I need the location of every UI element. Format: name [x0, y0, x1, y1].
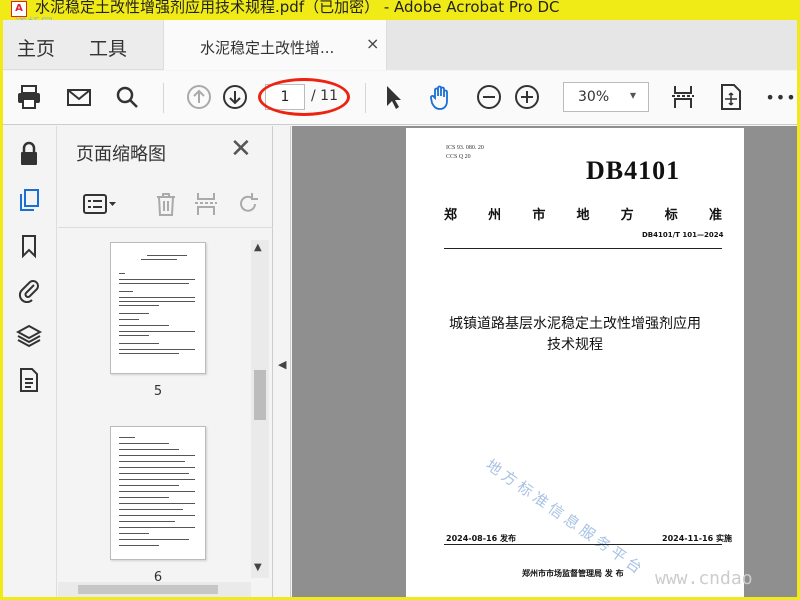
document-view: ICS 93. 080. 20 CCS Q 20 DB4101 郑 州 市 地 … — [292, 126, 797, 597]
document-tab-label: 水泥稳定土改性增... — [200, 39, 335, 57]
pdf-page: ICS 93. 080. 20 CCS Q 20 DB4101 郑 州 市 地 … — [406, 128, 744, 597]
standard-type: 郑 州 市 地 方 标 准 — [444, 208, 722, 223]
delete-icon[interactable] — [150, 188, 182, 220]
left-tool-rail — [3, 126, 57, 597]
email-icon[interactable] — [63, 81, 95, 113]
document-properties-icon[interactable] — [13, 364, 45, 396]
layers-icon[interactable] — [13, 320, 45, 352]
menu-home[interactable]: 主页 — [17, 34, 55, 61]
fit-page-icon[interactable] — [667, 81, 699, 113]
tab-bar-empty — [387, 20, 797, 70]
full-screen-icon[interactable] — [715, 81, 747, 113]
more-options-icon[interactable]: ••• — [765, 81, 797, 113]
thumbnail-page-number: 5 — [153, 384, 163, 399]
footer-rule — [444, 544, 722, 545]
zoom-out-icon[interactable] — [473, 81, 505, 113]
red-highlight-circle — [258, 78, 350, 116]
page-thumbnails-icon[interactable] — [13, 184, 45, 216]
issuer: 郑州市市场监督管理局 发 布 — [522, 569, 624, 578]
site-url-watermark: www.cndao — [655, 568, 753, 589]
panel-title: 页面缩略图 — [76, 144, 166, 165]
close-icon[interactable]: ✕ — [230, 134, 252, 164]
page-thumbnails-panel: 页面缩略图 ✕ 5 6 ▲ ▼ — [58, 126, 273, 597]
window-title: 水泥稳定土改性增强剂应用技术规程.pdf（已加密） - Adobe Acroba… — [35, 0, 560, 16]
collapse-arrow-icon: ◀ — [278, 358, 287, 371]
acrobat-window: A 水泥稳定土改性增强剂应用技术规程.pdf（已加密） - Adobe Acro… — [3, 0, 797, 597]
scrollbar-thumb[interactable] — [78, 585, 218, 594]
thumbnail-horizontal-scrollbar[interactable] — [58, 582, 251, 597]
toolbar-divider — [365, 83, 366, 113]
print-icon[interactable] — [13, 81, 45, 113]
toolbar-divider — [163, 83, 164, 113]
document-watermark: 地方标准信息服务平台 — [482, 455, 649, 580]
chevron-down-icon: ▾ — [630, 88, 637, 102]
zoom-select[interactable]: 30% ▾ — [563, 82, 649, 112]
document-title: 城镇道路基层水泥稳定土改性增强剂应用 技术规程 — [449, 316, 701, 353]
panel-collapse-handle[interactable]: ◀ — [273, 126, 291, 597]
page-thumbnail[interactable] — [110, 426, 206, 560]
rotate-icon[interactable] — [232, 188, 264, 220]
page-thumbnail[interactable] — [110, 242, 206, 374]
scrollbar-thumb[interactable] — [254, 370, 266, 420]
ics-code: ICS 93. 080. 20 CCS Q 20 — [446, 145, 484, 160]
main-toolbar: 1 / 11 30% ▾ ••• — [3, 71, 797, 125]
zoom-value: 30% — [578, 89, 610, 105]
standard-number: DB4101/T 101—2024 — [642, 231, 724, 239]
lock-icon[interactable] — [13, 138, 45, 170]
extract-page-icon[interactable] — [190, 188, 222, 220]
implement-date: 2024-11-16 实施 — [662, 534, 732, 543]
hand-tool-icon[interactable] — [425, 81, 457, 113]
db-code: DB4101 — [586, 156, 681, 185]
scroll-down-icon[interactable]: ▼ — [254, 562, 262, 573]
publish-date: 2024-08-16 发布 — [446, 534, 516, 543]
header-rule — [444, 248, 722, 249]
select-cursor-icon[interactable] — [377, 81, 409, 113]
document-tab[interactable]: 水泥稳定土改性增... × — [163, 20, 387, 70]
tab-close-icon[interactable]: × — [366, 34, 379, 53]
attachment-icon[interactable] — [13, 274, 45, 306]
thumbnail-vertical-scrollbar[interactable]: ▲ ▼ — [251, 240, 269, 578]
bookmark-icon[interactable] — [13, 230, 45, 262]
next-page-icon[interactable] — [219, 81, 251, 113]
search-icon[interactable] — [111, 81, 143, 113]
scroll-up-icon[interactable]: ▲ — [254, 242, 262, 253]
title-bar: A 水泥稳定土改性增强剂应用技术规程.pdf（已加密） - Adobe Acro… — [3, 0, 797, 30]
tab-bar: 主页 工具 水泥稳定土改性增... × — [3, 20, 797, 70]
menu-tools[interactable]: 工具 — [89, 34, 127, 61]
zoom-in-icon[interactable] — [511, 81, 543, 113]
thumbnail-options-icon[interactable] — [80, 188, 120, 220]
previous-page-icon[interactable] — [183, 81, 215, 113]
panel-toolbar — [58, 178, 273, 228]
